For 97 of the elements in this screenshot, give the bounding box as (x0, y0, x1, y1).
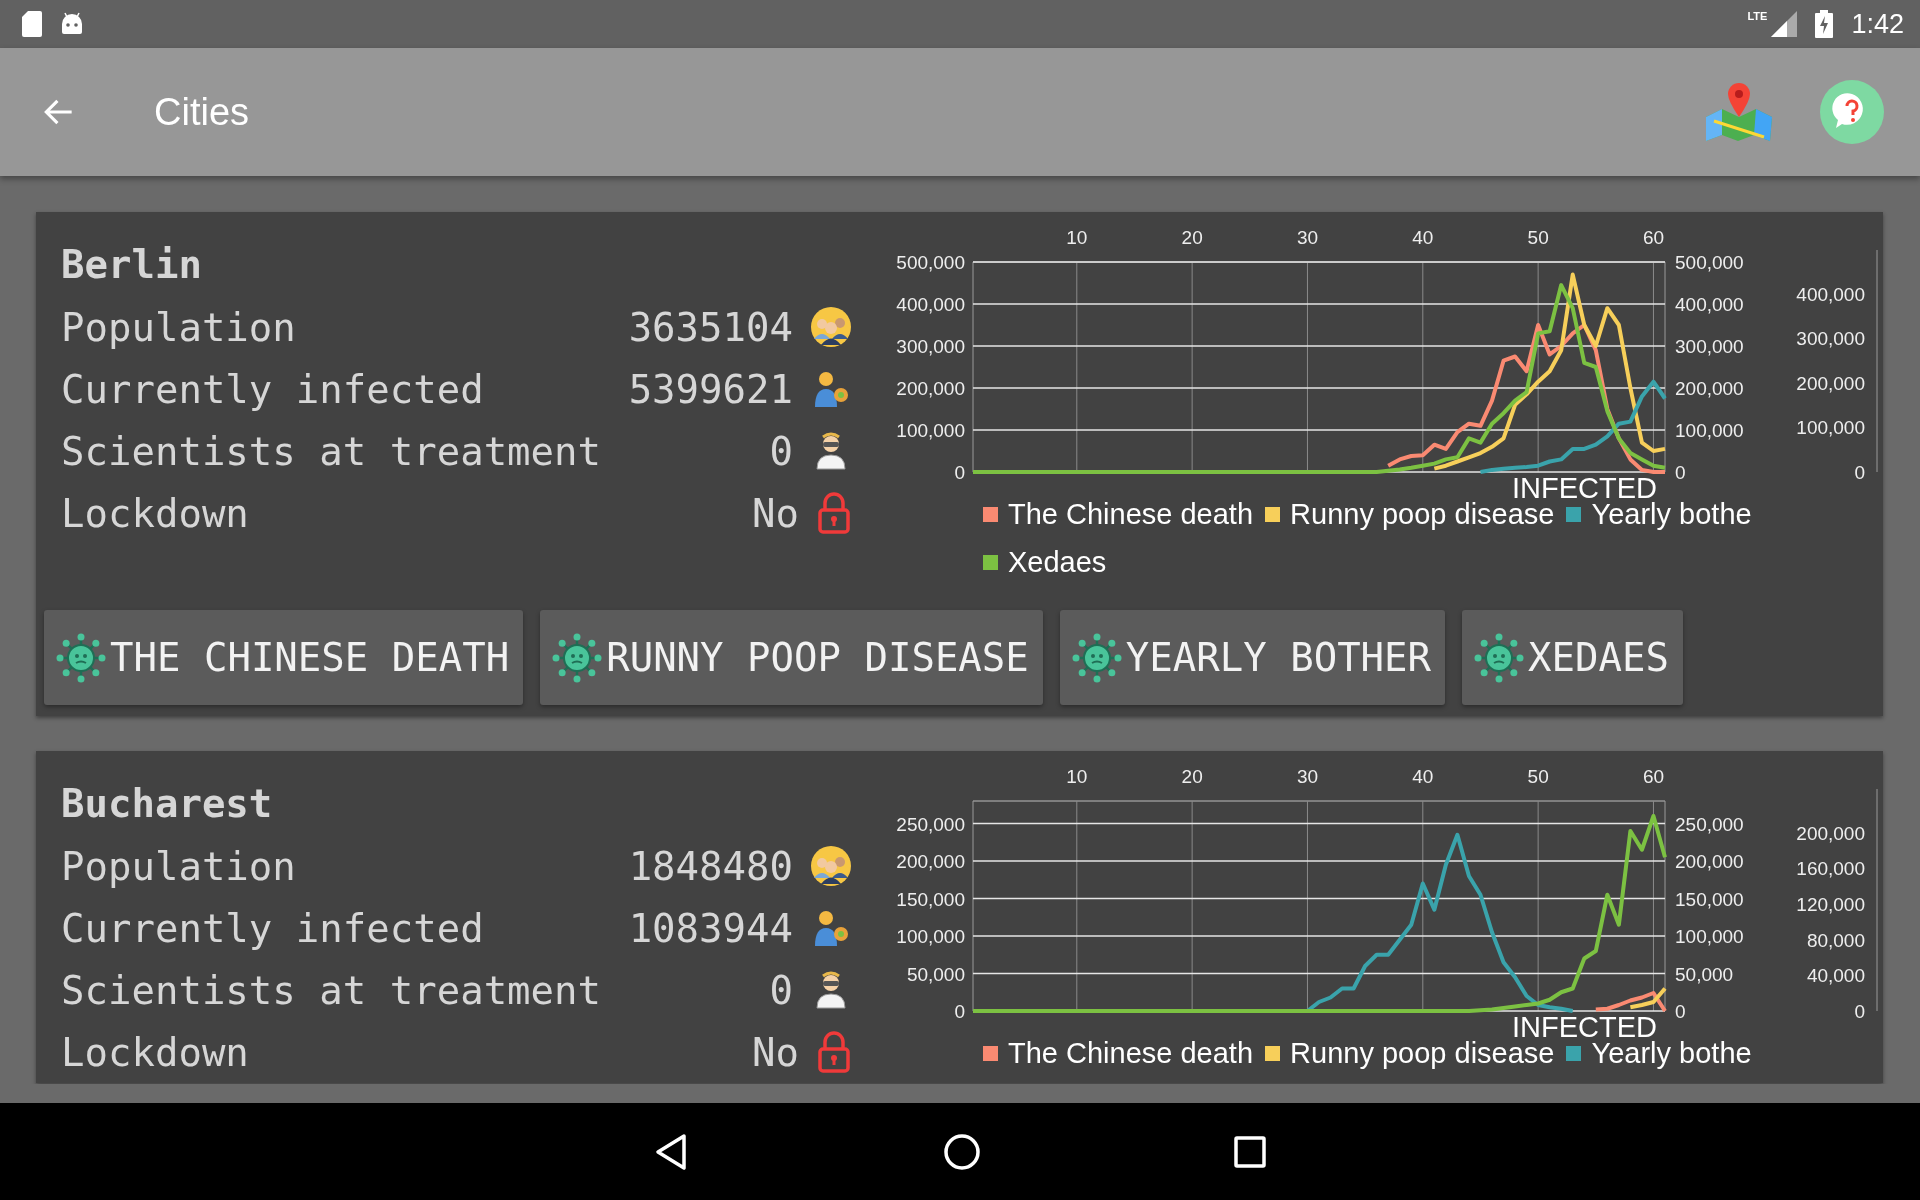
recent-apps-button[interactable] (1232, 1133, 1268, 1170)
axis-label: 250,000 (1675, 813, 1744, 835)
stat-label: Scientists at treatment (61, 428, 603, 474)
axis-label: 30 (1296, 227, 1319, 248)
axis-label: 0 (1675, 1001, 1686, 1022)
lock-icon (817, 492, 851, 534)
axis-label: 500,000 (896, 252, 965, 273)
people-icon (811, 307, 851, 347)
legend-label: Runny poop disease (1290, 1036, 1555, 1070)
help-button[interactable] (1820, 80, 1884, 144)
axis-label: 300,000 (1675, 336, 1744, 357)
axis-label: 160,000 (1796, 858, 1865, 880)
axis-label: 0 (1854, 462, 1865, 483)
virus-icon (552, 632, 603, 683)
axis-label: 0 (1854, 1001, 1865, 1022)
battery-charging-icon (1815, 10, 1834, 38)
virus-icon (56, 632, 106, 683)
stat-label: Lockdown (61, 1029, 250, 1075)
axis-label: 60 (1642, 227, 1665, 248)
stat-label: Lockdown (61, 490, 250, 536)
axis-label: 50 (1527, 766, 1549, 787)
axis-label: 150,000 (1675, 888, 1744, 910)
axis-label: 100,000 (1796, 417, 1865, 439)
map-button[interactable] (1704, 81, 1774, 143)
chart-description: INFECTED (1512, 1011, 1657, 1039)
axis-label: 100,000 (896, 420, 965, 441)
network-type: LTE (1747, 10, 1768, 22)
stat-value: 3635104 (628, 304, 793, 350)
axis-label: 400,000 (896, 294, 965, 315)
axis-label: 20 (1181, 227, 1203, 248)
axis-label: 200,000 (1796, 372, 1865, 394)
sd-card-icon (22, 11, 42, 37)
axis-label: 200,000 (896, 851, 965, 872)
axis-label: 20 (1181, 766, 1203, 787)
page-title: Cities (154, 90, 250, 134)
legend-label: Yearly bothe (1591, 497, 1752, 531)
disease-button[interactable]: RUNNY POOP DISEASE (540, 610, 1043, 705)
stat-value: 0 (769, 967, 793, 1013)
axis-label: 200,000 (1796, 822, 1865, 844)
clock-time: 1:42 (1851, 8, 1904, 40)
stat-value: No (752, 1029, 799, 1075)
axis-label: 200,000 (896, 378, 965, 399)
axis-label: 10 (1066, 766, 1088, 787)
axis-label: 40 (1412, 766, 1434, 787)
chart-description: INFECTED (1512, 472, 1657, 500)
axis-label: 250,000 (896, 813, 965, 835)
disease-button[interactable]: XEDAES (1462, 610, 1683, 705)
axis-label: 0 (954, 1001, 965, 1022)
disease-button[interactable]: THE CHINESE DEATH (44, 610, 524, 705)
legend-label: Yearly bothe (1591, 1036, 1752, 1070)
virus-icon (1474, 632, 1525, 683)
stat-value: No (752, 490, 799, 536)
disease-button[interactable]: YEARLY BOTHER (1059, 610, 1446, 705)
axis-label: 300,000 (896, 336, 965, 357)
stat-value: 1848480 (628, 843, 793, 889)
axis-label: 50,000 (1675, 963, 1734, 985)
axis-label: 80,000 (1806, 929, 1865, 951)
axis-label: 50 (1527, 227, 1549, 248)
home-button[interactable] (942, 1131, 982, 1172)
virus-icon (1071, 632, 1122, 683)
stat-value: 1083944 (628, 905, 793, 951)
stat-label: Population (61, 843, 297, 889)
axis-label: 200,000 (1675, 851, 1744, 872)
axis-label: 200,000 (1675, 378, 1744, 399)
city-name: Berlin (61, 241, 203, 289)
android-icon (60, 12, 84, 36)
axis-label: 60 (1642, 766, 1665, 787)
stat-value: 5399621 (628, 366, 793, 412)
axis-label: 500,000 (1675, 252, 1744, 273)
people-icon (811, 846, 851, 886)
stat-label: Population (61, 304, 297, 350)
legend-label: Runny poop disease (1290, 497, 1555, 531)
axis-label: 150,000 (896, 888, 965, 910)
axis-label: 400,000 (1796, 283, 1865, 305)
axis-label: 100,000 (1675, 420, 1744, 441)
axis-label: 10 (1066, 227, 1088, 248)
signal-icon (1771, 11, 1798, 37)
axis-label: 400,000 (1675, 294, 1744, 315)
axis-label: 30 (1296, 766, 1319, 787)
legend-label: Xedaes (1008, 545, 1107, 579)
axis-label: 300,000 (1796, 328, 1865, 350)
axis-label: 50,000 (906, 963, 965, 985)
axis-label: 40,000 (1806, 965, 1865, 987)
stat-label: Currently infected (61, 366, 485, 412)
axis-label: 40 (1412, 227, 1434, 248)
legend-label: The Chinese death (1008, 497, 1254, 531)
city-name: Bucharest (61, 780, 274, 828)
axis-label: 0 (1675, 462, 1686, 483)
legend-label: The Chinese death (1008, 1036, 1254, 1070)
axis-label: 100,000 (1675, 926, 1744, 947)
lock-icon (817, 1031, 851, 1073)
axis-label: 0 (954, 462, 965, 483)
axis-label: 120,000 (1796, 893, 1865, 915)
stat-label: Currently infected (61, 905, 485, 951)
axis-label: 100,000 (896, 926, 965, 947)
stat-label: Scientists at treatment (61, 967, 603, 1013)
stat-value: 0 (769, 428, 793, 474)
